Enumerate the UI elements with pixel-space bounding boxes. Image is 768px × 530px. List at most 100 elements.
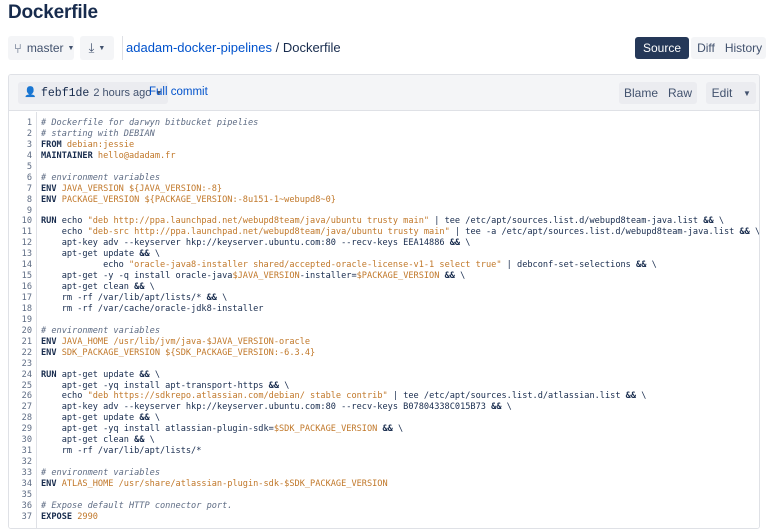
download-dropdown[interactable]: ⤓ ▼ (80, 36, 114, 60)
line-number[interactable]: 29 (9, 424, 32, 435)
code-token: MAINTAINER (41, 150, 98, 161)
code-line: 18 rm -rf /var/cache/oracle-jdk8-install… (9, 304, 759, 315)
line-number[interactable]: 22 (9, 348, 32, 359)
code-token: \ (144, 282, 155, 293)
code-token: "oracle-java8-installer shared/accepted-… (128, 260, 502, 271)
code-token: rm -rf /var/cache/oracle-jdk8-installer (41, 303, 264, 314)
code-token: "deb https://sdkrepo.atlassian.com/debia… (87, 391, 388, 402)
repo-link[interactable]: adadam-docker-pipelines (126, 40, 272, 55)
edit-button[interactable]: Edit (706, 82, 738, 104)
line-number[interactable]: 8 (9, 195, 32, 206)
branch-dropdown[interactable]: ⑂ master ▼ (8, 36, 74, 60)
code-token: SDK_PACKAGE_VERSION ${SDK_PACKAGE_VERSIO… (61, 347, 316, 358)
line-number[interactable]: 27 (9, 402, 32, 413)
line-number[interactable]: 9 (9, 206, 32, 217)
code-token: ATLAS_HOME /usr/share/atlassian-plugin-s… (61, 478, 388, 489)
code-text: rm -rf /var/lib/apt/lists/* (41, 446, 202, 457)
line-number[interactable]: 2 (9, 129, 32, 140)
line-number[interactable]: 7 (9, 184, 32, 195)
code-text: EXPOSE 2990 (41, 512, 98, 523)
code-line: 28 apt-get update && \ (9, 413, 759, 424)
line-number[interactable]: 3 (9, 140, 32, 151)
code-view[interactable]: 1 # Dockerfile for darwyn bitbucket pipel… (9, 112, 759, 528)
line-number[interactable]: 36 (9, 501, 32, 512)
code-token: "deb http://ppa.launchpad.net/webupd8tea… (87, 216, 430, 227)
code-token: apt-get -yq install apt-transport-https (41, 380, 269, 391)
tab-source[interactable]: Source (635, 37, 689, 59)
tab-history[interactable]: History (721, 37, 766, 59)
tab-diff[interactable]: Diff (691, 37, 721, 59)
code-line: 35 (9, 490, 759, 501)
raw-button[interactable]: Raw (663, 82, 697, 104)
code-text: apt-get -yq install atlassian-plugin-sdk… (41, 424, 404, 435)
line-number[interactable]: 31 (9, 446, 32, 457)
code-token: echo (41, 260, 129, 271)
line-number[interactable]: 1 (9, 118, 32, 129)
code-line: 23 (9, 359, 759, 370)
line-number[interactable]: 18 (9, 304, 32, 315)
line-number[interactable]: 28 (9, 413, 32, 424)
line-number[interactable]: 17 (9, 293, 32, 304)
code-line: 1 # Dockerfile for darwyn bitbucket pipel… (9, 118, 759, 129)
code-line: 15 apt-get -y -q install oracle-java$JAV… (9, 271, 759, 282)
branch-label: master (26, 41, 64, 55)
code-line: 27 apt-key adv --keyserver hkp://keyserv… (9, 402, 759, 413)
code-token: FROM (41, 139, 67, 150)
code-token: # starting with DEBIAN (41, 128, 155, 139)
code-token: JAVA_VERSION ${JAVA_VERSION:-8} (61, 183, 223, 194)
line-number[interactable]: 10 (9, 216, 32, 227)
code-token: \ (501, 402, 512, 413)
code-token: rm -rf /var/lib/apt/lists/* (41, 293, 207, 303)
code-token: ENV (41, 347, 62, 358)
full-commit-link[interactable]: Full commit (149, 86, 208, 98)
code-line: 17 rm -rf /var/lib/apt/lists/* && \ (9, 293, 759, 304)
edit-dropdown-button[interactable]: ▼ (738, 82, 756, 104)
code-line: 10 RUN echo "deb http://ppa.launchpad.net… (9, 216, 759, 227)
line-number[interactable]: 11 (9, 227, 32, 238)
code-text: apt-get -yq install apt-transport-https … (41, 380, 290, 392)
line-number[interactable]: 24 (9, 370, 32, 381)
line-number[interactable]: 4 (9, 151, 32, 162)
code-token: && (491, 402, 502, 413)
line-number[interactable]: 35 (9, 490, 32, 501)
line-number[interactable]: 13 (9, 249, 32, 260)
code-token: ENV (41, 194, 62, 205)
code-token: \ (454, 271, 466, 282)
line-number[interactable]: 19 (9, 315, 32, 326)
code-token: && (206, 293, 217, 303)
line-number[interactable]: 30 (9, 435, 32, 446)
code-line: 34 ENV ATLAS_HOME /usr/share/atlassian-pl… (9, 479, 759, 490)
line-number[interactable]: 21 (9, 337, 32, 348)
line-number[interactable]: 26 (9, 391, 32, 402)
code-line: 3 FROM debian:jessie (9, 140, 759, 151)
code-token: JAVA_HOME /usr/lib/jvm/java-$JAVA_VERSIO… (61, 336, 311, 347)
code-token: debian:jessie (66, 139, 135, 150)
code-token: \ (749, 227, 760, 238)
code-token: apt-get update (41, 413, 140, 424)
code-token: && (625, 391, 637, 402)
line-number[interactable]: 12 (9, 238, 32, 249)
line-number[interactable]: 23 (9, 359, 32, 370)
commit-dropdown[interactable]: 👤 febf1de 2 hours ago ▼ (18, 82, 169, 104)
line-number[interactable]: 25 (9, 381, 32, 392)
code-token: && (636, 260, 647, 271)
line-number[interactable]: 34 (9, 479, 32, 490)
line-number[interactable]: 14 (9, 260, 32, 271)
blame-button[interactable]: Blame (619, 82, 663, 104)
line-number[interactable]: 20 (9, 326, 32, 337)
code-line: 2 # starting with DEBIAN (9, 129, 759, 140)
chevron-down-icon: ▼ (98, 44, 106, 52)
code-token: \ (646, 260, 657, 271)
code-line: 21 ENV JAVA_HOME /usr/lib/jvm/java-$JAVA_… (9, 337, 759, 348)
code-text: apt-get -y -q install oracle-java$JAVA_V… (41, 271, 466, 282)
line-number[interactable]: 15 (9, 271, 32, 282)
line-number[interactable]: 33 (9, 468, 32, 479)
line-number[interactable]: 5 (9, 162, 32, 173)
line-number[interactable]: 16 (9, 282, 32, 293)
code-token: \ (149, 413, 161, 424)
line-number[interactable]: 32 (9, 457, 32, 468)
line-number[interactable]: 37 (9, 512, 32, 523)
code-token: -installer= (299, 271, 357, 282)
line-number[interactable]: 6 (9, 173, 32, 184)
code-token: \ (636, 391, 647, 402)
